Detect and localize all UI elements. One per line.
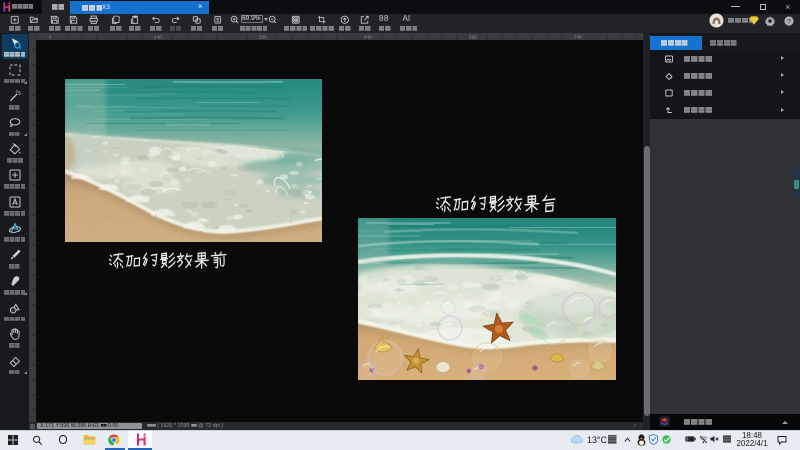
svg-text:?: ?: [787, 18, 791, 25]
